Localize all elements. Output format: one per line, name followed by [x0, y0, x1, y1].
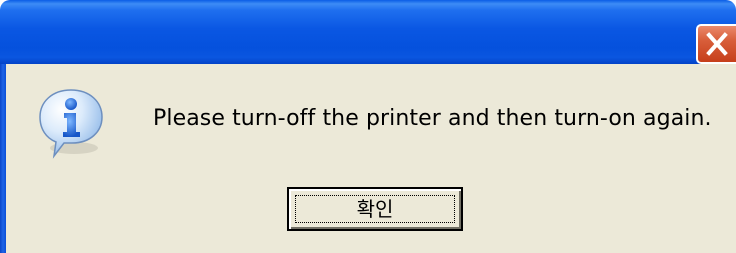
- ok-button-label: 확인: [356, 197, 394, 221]
- close-icon: [706, 32, 728, 56]
- dialog-message: Please turn-off the printer and then tur…: [153, 106, 712, 131]
- ok-button[interactable]: 확인: [287, 187, 463, 231]
- title-bar[interactable]: [0, 0, 736, 64]
- message-dialog: Please turn-off the printer and then tur…: [0, 0, 736, 253]
- close-button[interactable]: [696, 24, 736, 64]
- window-frame-left: [0, 64, 6, 253]
- information-icon: [36, 86, 106, 160]
